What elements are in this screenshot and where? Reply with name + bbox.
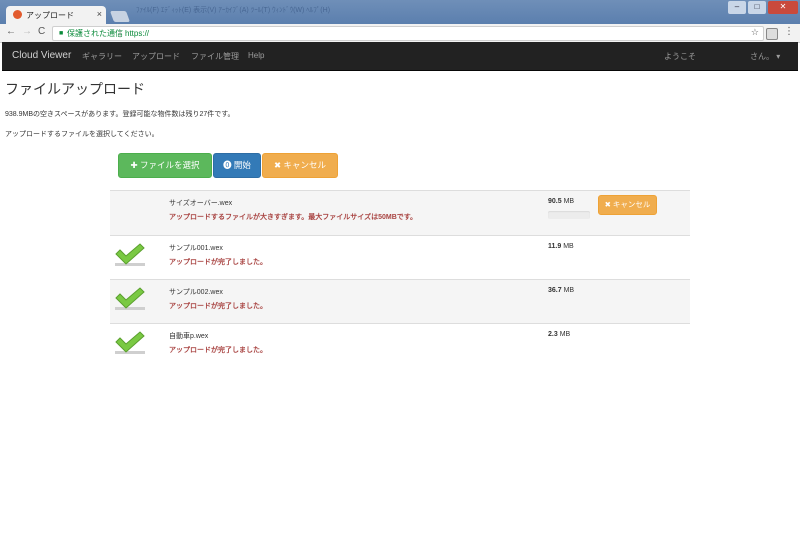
brand-logo[interactable]: Cloud Viewer [12,50,71,61]
app-navbar: Cloud Viewer ギャラリー アップロード ファイル管理 Help よう… [2,42,798,71]
secure-label: 保護された通信 [67,29,123,38]
reload-button[interactable]: C [38,26,45,37]
page-title: ファイルアップロード [5,81,145,97]
new-tab-button[interactable] [109,11,131,22]
maximize-button[interactable]: □ [748,1,766,14]
url-field[interactable]: ■ 保護された通信 | https:// ☆ [52,26,764,41]
nav-upload[interactable]: アップロード [132,51,180,62]
background-window-menu: ﾌｧｲﾙ(F) ｴﾃﾞｨｯﾄ(E) 表示(V) ｱｰｶｲﾌﾞ(A) ﾂｰﾙ(T)… [136,7,331,14]
check-icon [115,287,145,310]
upload-row: サンプル001.wex アップロードが完了しました。 11.9 MB [110,235,690,280]
bookmark-star-icon[interactable]: ☆ [751,26,759,39]
file-name: サイズオーバー.wex [169,200,233,207]
status-message: アップロードが完了しました。 [169,347,267,354]
cancel-all-button[interactable]: ✖ キャンセル [262,153,338,178]
file-size-unit: MB [563,243,574,250]
file-size-value: 90.5 [548,198,562,205]
file-size: 90.5 MB [548,198,574,205]
minimize-button[interactable]: – [728,1,746,14]
extension-icon[interactable] [766,28,778,40]
user-menu[interactable]: さん。 ▾ [750,51,780,62]
browser-menu-icon[interactable]: ⋮ [784,26,794,37]
check-icon [115,243,145,266]
upload-row: サンプル002.wex アップロードが完了しました。 36.7 MB [110,279,690,324]
forward-button[interactable]: → [22,26,32,37]
lock-icon: ■ [59,30,64,37]
free-space-info: 938.9MBの空きスペースがあります。登録可能な物件数は残り27件です。 [5,111,235,118]
file-size: 11.9 MB [548,243,574,250]
upload-row-error: サイズオーバー.wex アップロードするファイルが大きすぎます。最大ファイルサイ… [110,190,690,236]
upload-row: 自動車p.wex アップロードが完了しました。 2.3 MB [110,323,690,368]
upload-progress-bar [548,211,590,219]
file-size: 2.3 MB [548,331,570,338]
browser-tab[interactable]: アップロード × [6,6,106,24]
row-cancel-button[interactable]: ✖ キャンセル [598,195,657,215]
welcome-text: ようこそ [664,52,696,61]
file-size-value: 36.7 [548,287,562,294]
file-name: 自動車p.wex [169,333,209,340]
file-name: サンプル002.wex [169,289,223,296]
nav-help[interactable]: Help [248,51,264,60]
file-size: 36.7 MB [548,287,574,294]
close-window-button[interactable]: ✕ [768,1,798,14]
nav-file-management[interactable]: ファイル管理 [191,51,239,62]
file-size-unit: MB [559,331,571,338]
file-size-value: 11.9 [548,243,562,250]
file-size-unit: MB [563,198,575,205]
start-upload-button[interactable]: ⓿ 開始 [213,153,261,178]
tab-title: アップロード [26,11,74,20]
file-name: サンプル001.wex [169,245,223,252]
file-size-value: 2.3 [548,331,558,338]
select-file-button[interactable]: ✚ ファイルを選択 [118,153,212,178]
url-text: https:// [125,29,150,38]
url-separator: | [119,29,122,38]
instruction-text: アップロードするファイルを選択してください。 [5,131,159,138]
file-size-unit: MB [563,287,575,294]
nav-gallery[interactable]: ギャラリー [82,51,122,62]
favicon-icon [13,10,22,19]
tab-close-button[interactable]: × [97,9,102,19]
browser-titlebar: アップロード × ﾌｧｲﾙ(F) ｴﾃﾞｨｯﾄ(E) 表示(V) ｱｰｶｲﾌﾞ(… [0,0,800,24]
status-message: アップロードが完了しました。 [169,303,267,310]
status-message: アップロードが完了しました。 [169,259,267,266]
check-icon [115,331,145,354]
address-bar: ← → C ■ 保護された通信 | https:// ☆ ⋮ [0,24,800,43]
error-message: アップロードするファイルが大きすぎます。最大ファイルサイズは50MBです。 [169,214,418,221]
window-controls: – □ ✕ [728,1,798,14]
back-button[interactable]: ← [6,26,16,37]
